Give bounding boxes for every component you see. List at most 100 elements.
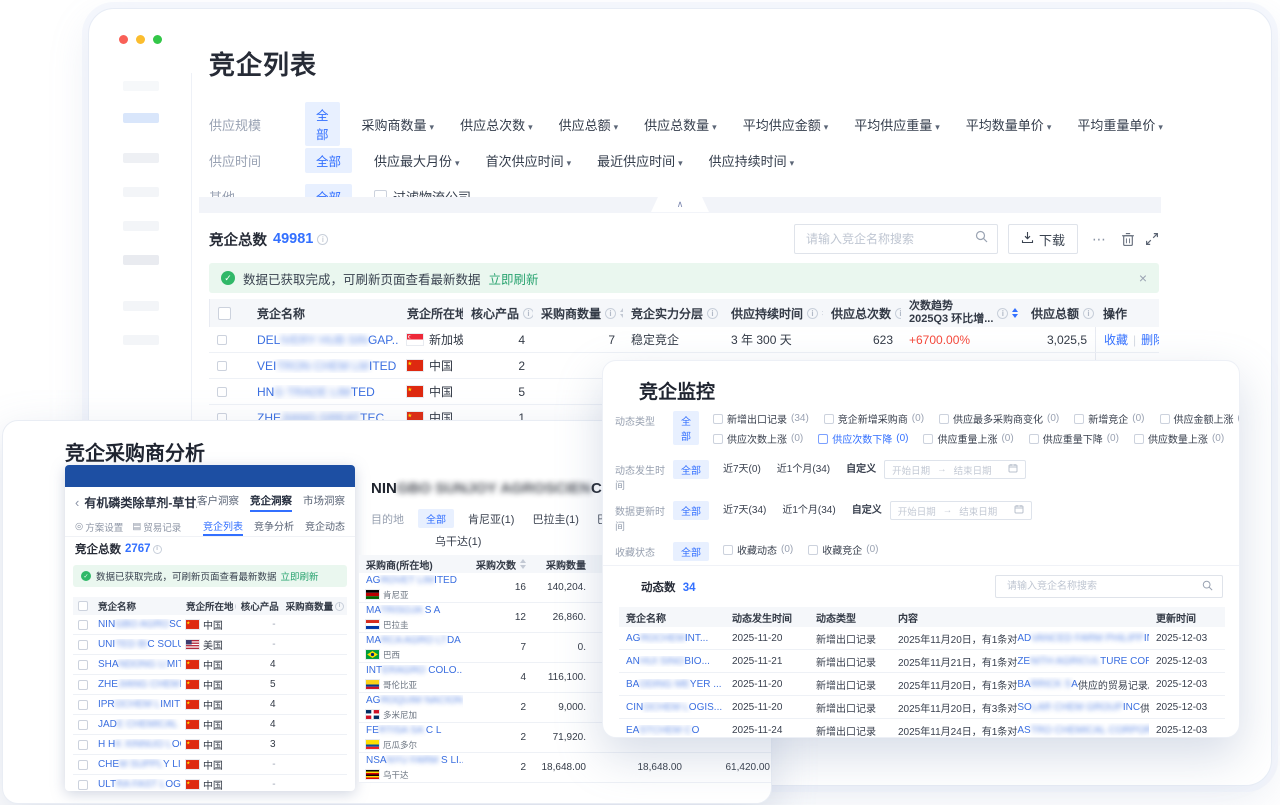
competitor-name-link[interactable]: CHEM SUPPLY LIMITED	[93, 759, 181, 770]
purchaser-name-link[interactable]: AGROQUIM NACIONAL SRL	[366, 695, 463, 707]
collapse-button[interactable]: ∧	[651, 197, 709, 212]
time-range-option[interactable]: 近7天(0)	[723, 460, 761, 475]
trash-icon[interactable]	[1121, 232, 1135, 247]
back-chevron-icon[interactable]: ‹	[75, 495, 79, 510]
monitor-type-checkbox[interactable]: 供应次数下降(0)	[818, 431, 908, 446]
column-header[interactable]: 操作	[1095, 299, 1159, 327]
competitor-name-link[interactable]: H HK XINNUO LOGISTICS C...	[93, 739, 181, 750]
sidebar-item-active[interactable]	[123, 113, 159, 123]
checkbox-icon[interactable]	[808, 545, 818, 555]
column-header[interactable]: 采购商数量i	[533, 299, 623, 327]
core-product-count[interactable]: 2	[463, 359, 533, 373]
purchaser-name-link[interactable]: INTERAGRO COLO...	[366, 665, 463, 677]
filter-all-button[interactable]: 全部	[673, 501, 709, 520]
filter-dropdown[interactable]: 供应最大月份▾	[374, 151, 460, 170]
column-header[interactable]: 采购数量	[533, 555, 593, 573]
filter-dropdown[interactable]: 采购商数量▾	[362, 115, 435, 134]
maximize-dot-icon[interactable]	[153, 35, 162, 44]
tab-竞企洞察[interactable]: 竞企洞察	[250, 493, 292, 512]
competitor-name-link[interactable]: EASTCHEM CO	[619, 725, 725, 736]
filter-all-button[interactable]: 全部	[673, 460, 709, 479]
refresh-link[interactable]: 立即刷新	[489, 269, 539, 288]
column-header[interactable]: 竞企名称	[619, 607, 725, 627]
competitor-name-link[interactable]: ULTRA FAST LOGISTICS ...	[93, 779, 181, 790]
checkbox-icon[interactable]	[723, 545, 733, 555]
checkbox-icon[interactable]	[217, 335, 227, 345]
checkbox-icon[interactable]	[217, 361, 227, 371]
competitor-name-link[interactable]: JADE CHEMICAL	[93, 719, 181, 730]
monitor-type-checkbox[interactable]: 新增竞企(0)	[1074, 411, 1144, 426]
column-header[interactable]: 竞企所在地i	[399, 299, 463, 327]
checkbox-icon[interactable]	[78, 620, 88, 630]
column-header[interactable]: 核心产品i	[463, 299, 533, 327]
checkbox-icon[interactable]	[1239, 434, 1240, 444]
competitor-name-link[interactable]: HNG TRADE LIMTED	[249, 385, 399, 399]
column-header[interactable]: 竞企名称	[249, 299, 399, 327]
destination-tab[interactable]: 肯尼亚(1)	[468, 511, 514, 527]
checkbox-icon[interactable]	[713, 414, 723, 424]
checkbox-icon[interactable]	[1074, 414, 1084, 424]
supply-times[interactable]: 623	[823, 333, 901, 347]
time-range-option[interactable]: 近1个月(34)	[777, 460, 830, 475]
purchaser-name-link[interactable]: AGROVET LIMITED	[366, 575, 457, 587]
select-all-header[interactable]	[73, 597, 93, 615]
monitor-search-input[interactable]	[1005, 580, 1202, 593]
time-range-option[interactable]: 近7天(34)	[723, 501, 766, 516]
checkbox-icon[interactable]	[217, 387, 227, 397]
purchase-times[interactable]: 7	[463, 642, 533, 653]
purchase-times[interactable]: 12	[463, 612, 533, 623]
purchase-times[interactable]: 2	[463, 762, 533, 773]
core-product-count[interactable]: 3	[236, 739, 281, 750]
filter-dropdown[interactable]: 供应总额▾	[559, 115, 619, 134]
checkbox-icon[interactable]	[923, 434, 933, 444]
checkbox-icon[interactable]	[939, 414, 949, 424]
competitor-name-link[interactable]: SHANDONG LIMITED	[93, 659, 181, 670]
filter-all-button[interactable]: 全部	[305, 148, 352, 173]
destination-tab[interactable]: 巴拉圭(1)	[532, 511, 578, 527]
monitor-type-checkbox[interactable]: 供应金额上涨(0)	[1160, 411, 1241, 426]
purchaser-name-link[interactable]: NSANYU FARM S LI...	[366, 755, 463, 767]
purchase-times[interactable]: 2	[463, 732, 533, 743]
checkbox-icon[interactable]	[78, 660, 88, 670]
filter-all-button[interactable]: 全部	[673, 411, 699, 445]
column-header[interactable]: 动态发生时间	[725, 607, 809, 627]
monitor-type-checkbox[interactable]: 供应数量下降(0)	[1239, 431, 1240, 446]
menu-item-方案设置[interactable]: ◎方案设置	[75, 520, 123, 534]
checkbox-icon[interactable]	[713, 434, 723, 444]
search-icon[interactable]	[975, 230, 988, 248]
filter-dropdown[interactable]: 供应总数量▾	[644, 115, 717, 134]
column-header[interactable]: 核心产品i	[236, 597, 281, 615]
filter-dropdown[interactable]: 供应总次数▾	[460, 115, 533, 134]
more-button[interactable]: ⋯	[1088, 231, 1111, 248]
monitor-type-checkbox[interactable]: 供应重量上涨(0)	[923, 431, 1013, 446]
tab-市场洞察[interactable]: 市场洞察	[303, 493, 345, 512]
mini-refresh-link[interactable]: 立即刷新	[281, 569, 319, 583]
competitor-name-link[interactable]: AGROCHEM INT...	[619, 633, 725, 644]
monitor-type-checkbox[interactable]: 收藏竞企(0)	[808, 542, 878, 557]
time-range-option[interactable]: 近1个月(34)	[782, 501, 835, 516]
checkbox-icon[interactable]	[824, 414, 834, 424]
core-product-count[interactable]: 4	[236, 659, 281, 670]
banner-close-icon[interactable]: ×	[1139, 270, 1147, 286]
core-product-count[interactable]: 4	[236, 719, 281, 730]
column-header[interactable]: 采购商(所在地)	[359, 555, 463, 573]
column-header[interactable]: 内容	[891, 607, 1149, 627]
column-header[interactable]: 供应总额i	[1023, 299, 1095, 327]
column-header[interactable]: 动态类型	[809, 607, 891, 627]
checkbox-icon[interactable]	[1134, 434, 1144, 444]
purchase-times[interactable]: 2	[463, 702, 533, 713]
purchaser-name-link[interactable]: MARCA AGRO LTDA	[366, 635, 461, 647]
monitor-type-checkbox[interactable]: 竞企新增采购商(0)	[824, 411, 924, 426]
competitor-name-link[interactable]: BAODING MEYER ...	[619, 679, 725, 690]
search-input[interactable]	[804, 231, 975, 247]
menu-item-贸易记录[interactable]: ▤贸易记录	[132, 520, 181, 534]
monitor-type-checkbox[interactable]: 供应数量上涨(0)	[1134, 431, 1224, 446]
core-product-count[interactable]: 4	[236, 699, 281, 710]
competitor-name-link[interactable]: CINOCHEM LOGIS...	[619, 702, 725, 713]
checkbox-icon[interactable]	[1160, 414, 1170, 424]
competitor-name-link[interactable]: UNITED BIC SOLUTI...	[93, 639, 181, 650]
competitor-name-link[interactable]: DELIVERY HUB SIN GAP...	[249, 333, 399, 347]
column-header[interactable]: 采购次数	[463, 555, 533, 573]
checkbox-icon[interactable]	[78, 700, 88, 710]
tab-客户洞察[interactable]: 客户洞察	[197, 493, 239, 512]
